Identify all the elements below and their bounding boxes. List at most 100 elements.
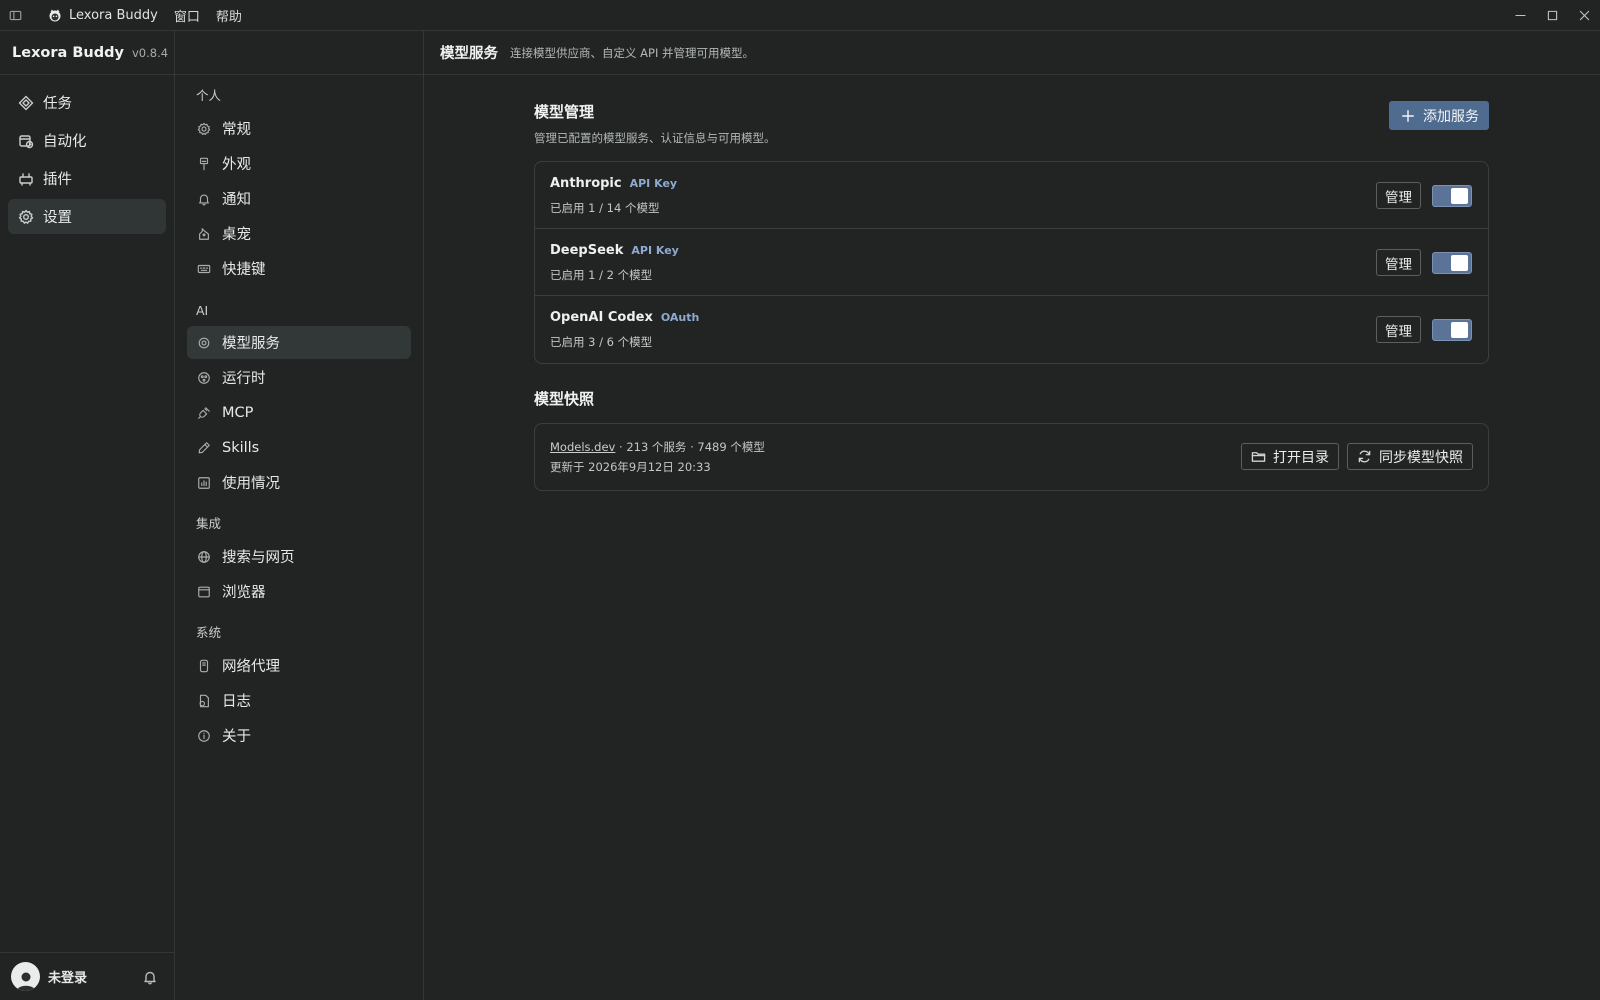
toggle-knob: [1451, 322, 1468, 338]
nav-item-label: 外观: [222, 157, 251, 173]
nav-item-label: MCP: [222, 404, 254, 421]
add-service-label: 添加服务: [1423, 108, 1479, 125]
section-title: 模型快照: [534, 390, 595, 408]
nav-item-mcp[interactable]: MCP: [187, 396, 411, 429]
nav-item-logs[interactable]: 日志: [187, 684, 411, 717]
nav-item-runtime[interactable]: 运行时: [187, 361, 411, 394]
refresh-icon: [1357, 449, 1379, 464]
nav-item-label: 模型服务: [222, 336, 280, 352]
manage-button[interactable]: 管理: [1376, 182, 1421, 209]
rail-item-settings[interactable]: 设置: [8, 199, 166, 234]
nav-item-model-services[interactable]: 模型服务: [187, 326, 411, 359]
snapshot-actions: 打开目录 同步模型快照: [1241, 443, 1473, 470]
primary-sidebar: Lexora Buddy v0.8.4 任务 自动化 插件 设置 未登录: [0, 31, 175, 1000]
nav-item-general[interactable]: 常规: [187, 112, 411, 145]
provider-toggle[interactable]: [1432, 252, 1472, 274]
nav-item-usage[interactable]: 使用情况: [187, 466, 411, 499]
nav-item-label: 快捷键: [222, 262, 266, 278]
provider-toggle[interactable]: [1432, 185, 1472, 207]
snapshot-summary: Models.dev · 213 个服务 · 7489 个模型: [550, 439, 765, 455]
diamond-icon: [18, 95, 43, 111]
globe-icon: [197, 550, 222, 564]
nav-item-desktop-pet[interactable]: 桌宠: [187, 217, 411, 250]
plus-icon: [1401, 109, 1423, 123]
gear-icon: [197, 122, 222, 136]
menu-window[interactable]: 窗口: [174, 6, 200, 25]
bell-icon: [197, 192, 222, 206]
page-subtitle: 连接模型供应商、自定义 API 并管理可用模型。: [510, 45, 755, 60]
log-icon: [197, 694, 222, 708]
model-management-section: 模型管理 管理已配置的模型服务、认证信息与可用模型。 添加服务 Anthropi…: [534, 101, 1489, 364]
plugin-icon: [18, 171, 43, 187]
close-button[interactable]: [1568, 0, 1600, 31]
minimize-button[interactable]: [1504, 0, 1536, 31]
enabled-count: 已启用 1 / 2 个模型: [550, 268, 653, 282]
nav-group-ai: AI 模型服务 运行时 MCP Skills 使用情况: [175, 301, 423, 499]
toggle-knob: [1451, 188, 1468, 204]
nav-group-integrations: 集成 搜索与网页 浏览器: [175, 515, 423, 608]
chart-icon: [197, 476, 222, 490]
runtime-icon: [197, 371, 222, 385]
rail-item-tasks[interactable]: 任务: [8, 85, 166, 120]
nav-item-search-web[interactable]: 搜索与网页: [187, 540, 411, 573]
brand: Lexora Buddy v0.8.4: [0, 31, 174, 75]
app-title: Lexora Buddy: [69, 7, 158, 23]
app-logo-icon: [47, 7, 63, 23]
snapshot-updated: 更新于 2026年9月12日 20:33: [550, 460, 711, 474]
model-snapshot-section: 模型快照 Models.dev · 213 个服务 · 7489 个模型 更新于…: [534, 388, 1489, 491]
keyboard-icon: [197, 262, 222, 276]
auth-badge: API Key: [629, 177, 678, 190]
nav-item-about[interactable]: 关于: [187, 719, 411, 752]
nav-item-notifications[interactable]: 通知: [187, 182, 411, 215]
sidebar-toggle-icon[interactable]: [9, 9, 25, 22]
browser-icon: [197, 585, 222, 599]
rail-item-label: 自动化: [43, 134, 87, 150]
provider-toggle[interactable]: [1432, 319, 1472, 341]
nav-item-label: 使用情况: [222, 476, 280, 492]
provider-row-openai-codex: OpenAI Codex OAuth 已启用 3 / 6 个模型 管理: [535, 296, 1488, 363]
nav-item-appearance[interactable]: 外观: [187, 147, 411, 180]
models-dev-link[interactable]: Models.dev: [550, 440, 615, 454]
rail-item-plugins[interactable]: 插件: [8, 161, 166, 196]
nav-item-label: 日志: [222, 694, 251, 710]
manage-button[interactable]: 管理: [1376, 249, 1421, 276]
snapshot-stats: · 213 个服务 · 7489 个模型: [615, 440, 765, 454]
sync-snapshot-button[interactable]: 同步模型快照: [1347, 443, 1473, 470]
rail-item-label: 任务: [43, 96, 72, 112]
avatar[interactable]: [11, 962, 40, 991]
enabled-count: 已启用 3 / 6 个模型: [550, 335, 653, 349]
snapshot-card: Models.dev · 213 个服务 · 7489 个模型 更新于 2026…: [534, 423, 1489, 491]
nav-item-network-proxy[interactable]: 网络代理: [187, 649, 411, 682]
nav-group-personal: 个人 常规 外观 通知 桌宠 快捷键: [175, 87, 423, 285]
nav-item-browser[interactable]: 浏览器: [187, 575, 411, 608]
nav-item-label: 运行时: [222, 371, 266, 387]
open-directory-button[interactable]: 打开目录: [1241, 443, 1339, 470]
menu-help[interactable]: 帮助: [216, 6, 242, 25]
add-service-button[interactable]: 添加服务: [1389, 101, 1489, 130]
nav-item-shortcuts[interactable]: 快捷键: [187, 252, 411, 285]
user-footer: 未登录: [0, 952, 174, 1000]
group-label: 个人: [196, 88, 222, 103]
gear-icon: [18, 209, 43, 225]
pet-icon: [197, 227, 222, 241]
auth-badge: API Key: [631, 244, 679, 257]
nav-item-label: Skills: [222, 439, 260, 456]
rail-item-label: 设置: [43, 210, 72, 226]
maximize-button[interactable]: [1536, 0, 1568, 31]
nav-group-system: 系统 网络代理 日志 关于: [175, 624, 423, 752]
rail-item-automation[interactable]: 自动化: [8, 123, 166, 158]
title-bar: Lexora Buddy 窗口 帮助: [0, 0, 1600, 31]
brush-icon: [197, 157, 222, 171]
group-label: 系统: [196, 625, 222, 640]
bell-icon[interactable]: [142, 969, 158, 985]
manage-button[interactable]: 管理: [1376, 316, 1421, 343]
nav-item-label: 关于: [222, 729, 251, 745]
page-title: 模型服务: [440, 46, 498, 62]
nav-item-label: 桌宠: [222, 227, 251, 243]
nav-item-skills[interactable]: Skills: [187, 431, 411, 464]
user-status[interactable]: 未登录: [48, 967, 87, 986]
calendar-clock-icon: [18, 133, 43, 149]
auth-badge: OAuth: [660, 311, 700, 324]
provider-name: OpenAI Codex: [550, 310, 653, 325]
content-header: 模型服务 连接模型供应商、自定义 API 并管理可用模型。: [424, 31, 1600, 75]
